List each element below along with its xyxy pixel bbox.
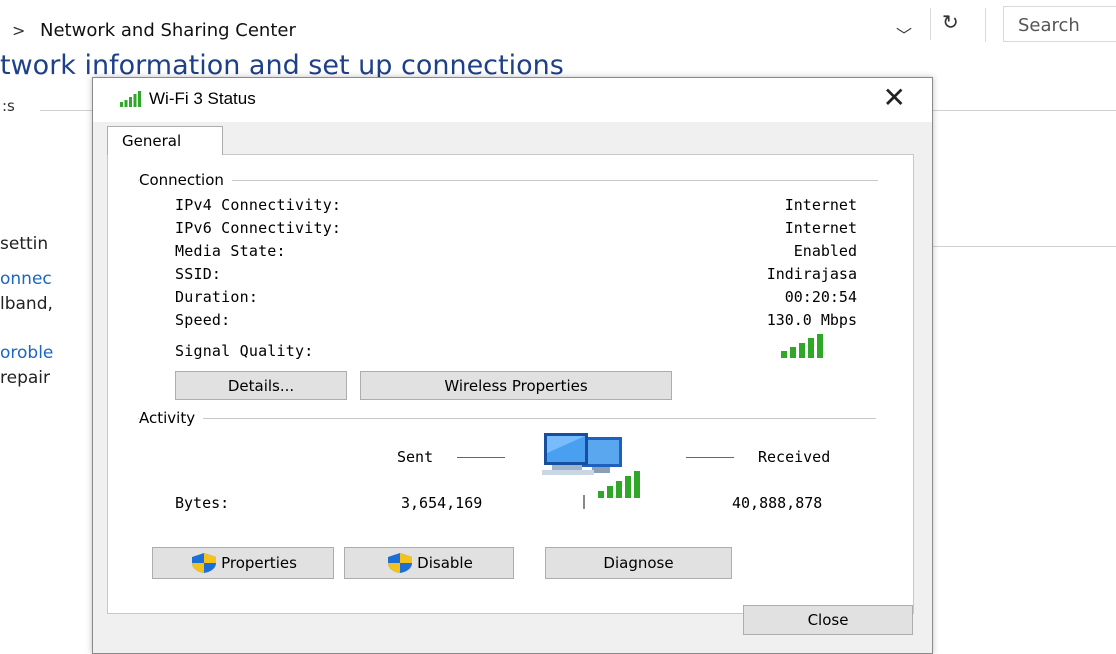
wifi-signal-icon xyxy=(120,91,141,107)
breadcrumb-chevron-icon[interactable]: > xyxy=(12,21,25,40)
received-connector-line xyxy=(686,457,734,458)
signal-quality-icon xyxy=(781,334,823,358)
address-field[interactable]: > Network and Sharing Center ﹀ xyxy=(0,8,986,45)
section-divider xyxy=(930,246,1116,247)
wifi-status-dialog: Wi-Fi 3 Status ✕ General Connection IPv4… xyxy=(92,77,933,654)
received-label: Received xyxy=(758,448,831,466)
uac-shield-icon xyxy=(388,553,413,573)
bytes-received-value: 40,888,878 xyxy=(732,494,823,512)
close-button[interactable]: Close xyxy=(743,605,913,635)
broadband-text-fragment: lband, xyxy=(0,294,53,314)
repair-text-fragment: repair xyxy=(0,368,50,388)
wireless-properties-button-label: Wireless Properties xyxy=(444,376,588,395)
setup-connection-link-fragment[interactable]: onnec xyxy=(0,269,52,289)
properties-button-label: Properties xyxy=(221,554,297,572)
general-tab-pane: Connection IPv4 Connectivity: Internet I… xyxy=(107,154,914,614)
section-label-fragment: :s xyxy=(2,97,15,115)
change-settings-fragment: settin xyxy=(0,234,49,254)
speed-value: 130.0 Mbps xyxy=(766,311,857,329)
disable-button[interactable]: Disable xyxy=(344,547,514,579)
ipv4-connectivity-value: Internet xyxy=(784,196,857,214)
properties-button[interactable]: Properties xyxy=(152,547,334,579)
close-icon[interactable]: ✕ xyxy=(883,84,906,112)
section-divider xyxy=(40,110,95,111)
duration-label: Duration: xyxy=(175,288,259,306)
connection-group-label: Connection xyxy=(139,171,232,189)
close-button-label: Close xyxy=(807,611,849,629)
ssid-value: Indirajasa xyxy=(766,265,857,283)
ipv6-connectivity-value: Internet xyxy=(784,219,857,237)
activity-group-label: Activity xyxy=(139,409,204,427)
search-input[interactable]: Search xyxy=(1003,6,1116,42)
duration-value: 00:20:54 xyxy=(784,288,857,306)
connection-group-line xyxy=(138,180,878,181)
speed-label: Speed: xyxy=(175,311,231,329)
signal-quality-label: Signal Quality: xyxy=(175,342,314,360)
troubleshoot-link-fragment[interactable]: oroble xyxy=(0,343,53,363)
diagnose-button[interactable]: Diagnose xyxy=(545,547,732,579)
dialog-titlebar[interactable]: Wi-Fi 3 Status ✕ xyxy=(93,78,932,122)
network-computers-icon xyxy=(542,433,640,498)
sent-label: Sent xyxy=(397,448,434,466)
address-bar: > Network and Sharing Center ﹀ ↻ Search xyxy=(0,0,1116,50)
bytes-sent-value: 3,654,169 xyxy=(401,494,483,512)
bytes-label: Bytes: xyxy=(175,494,230,512)
chevron-down-icon[interactable]: ﹀ xyxy=(896,22,912,46)
sent-connector-line xyxy=(457,457,505,458)
search-placeholder[interactable]: Search xyxy=(1018,15,1080,36)
details-button[interactable]: Details... xyxy=(175,371,347,400)
address-separator xyxy=(930,8,931,40)
activity-divider xyxy=(583,495,585,509)
section-divider xyxy=(930,110,1116,111)
tab-general[interactable]: General xyxy=(107,126,223,155)
disable-button-label: Disable xyxy=(417,554,473,572)
breadcrumb-network-and-sharing-center[interactable]: Network and Sharing Center xyxy=(40,20,296,41)
media-state-label: Media State: xyxy=(175,242,286,260)
uac-shield-icon xyxy=(192,553,217,573)
details-button-label: Details... xyxy=(227,376,295,395)
ssid-label: SSID: xyxy=(175,265,222,283)
wireless-properties-button[interactable]: Wireless Properties xyxy=(360,371,672,400)
dialog-title: Wi-Fi 3 Status xyxy=(149,89,256,108)
activity-group-line xyxy=(138,418,876,419)
ipv4-connectivity-label: IPv4 Connectivity: xyxy=(175,196,342,214)
media-state-value: Enabled xyxy=(793,242,857,260)
refresh-icon[interactable]: ↻ xyxy=(942,10,959,34)
ipv6-connectivity-label: IPv6 Connectivity: xyxy=(175,219,342,237)
diagnose-button-label: Diagnose xyxy=(603,554,674,572)
